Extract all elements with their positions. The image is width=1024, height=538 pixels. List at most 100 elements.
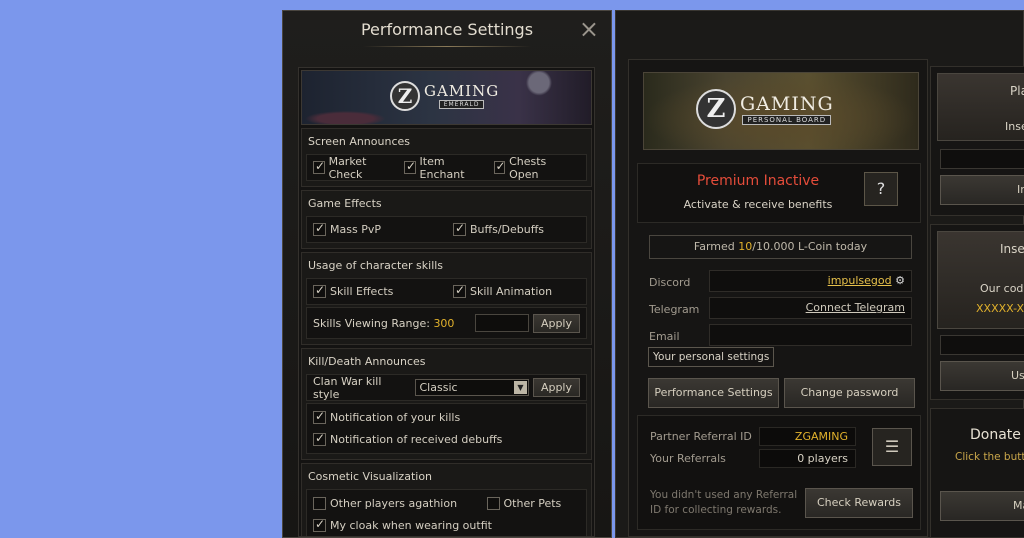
gaming-logo: Z GAMING PERSONAL BOARD [696,89,834,129]
checkbox-label: My cloak when wearing outfit [330,518,492,532]
section-title: Screen Announces [308,135,411,148]
checkbox-box[interactable] [493,159,505,174]
logo-sub-text: PERSONAL BOARD [742,114,832,125]
checkbox-label: Mass PvP [330,223,381,236]
performance-settings-button[interactable]: Performance Settings [648,378,779,408]
farmed-suffix: /10.000 L-Coin today [752,240,868,253]
donate-panel: Donate & Click the butto Mak [930,408,1024,538]
checkbox-label: Other Pets [503,496,562,510]
skills-apply-button[interactable]: Apply [532,313,580,333]
checkbox-label: Other players agathion [330,496,458,510]
right-panel-1-subtitle: Inse [1005,120,1024,133]
premium-status: Premium Inactive [696,173,820,189]
checkbox-box[interactable] [313,283,326,298]
discord-field: impulsegod ⚙ [709,270,912,292]
farmed-lcoin-counter: Farmed 10/10.000 L-Coin today [649,235,912,259]
discord-link[interactable]: impulsegod [828,274,892,287]
skills-range-row: Skills Viewing Range: 300 Apply [306,307,587,339]
clan-war-apply-button[interactable]: Apply [532,378,580,397]
close-icon[interactable]: × [579,17,599,41]
checkbox-other-pets[interactable]: Other Pets [486,492,562,514]
select-value: Classic [419,381,458,394]
right-panel-2-text: Our code [980,282,1024,295]
checkbox-label: Notification of received debuffs [330,432,503,446]
settings-panel[interactable]: Z GAMING EMERALD Screen Announces Market… [298,67,595,537]
donate-subtitle: Click the butto [955,451,1024,463]
right-panel-2-code: XXXXX-XX [976,302,1024,315]
section-title: Cosmetic Visualization [308,470,433,483]
logo-emblem: Z [390,81,420,111]
checkbox-box[interactable] [313,496,326,510]
checkbox-box[interactable] [453,221,466,236]
right-panel-1-banner: Pla Inse [937,73,1024,141]
logo-wordmark: GAMING PERSONAL BOARD [740,94,834,125]
checkbox-box[interactable] [313,409,326,424]
section-title: Game Effects [308,197,382,210]
check-rewards-button[interactable]: Check Rewards [805,488,913,518]
skills-range-label: Skills Viewing Range: [313,316,430,330]
checkbox-label: Skill Effects [330,285,394,298]
telegram-field: Connect Telegram [709,297,912,319]
donate-title: Donate & [970,427,1024,443]
checkbox-box[interactable] [313,517,326,532]
your-referrals-label: Your Referrals [650,452,726,465]
checkbox-buffs-debuffs[interactable]: Buffs/Debuffs [453,221,544,236]
checkbox-box[interactable] [313,159,325,174]
clan-war-style-select[interactable]: Classic ▼ [414,379,529,396]
referral-panel: Partner Referral ID ZGAMING Your Referra… [637,415,921,530]
checkbox-cloak-outfit[interactable]: My cloak when wearing outfit [313,514,492,536]
checkbox-label: Skill Animation [470,285,553,298]
checkbox-box[interactable] [453,283,466,298]
checkbox-chests-open[interactable]: Chests Open [493,154,571,181]
right-panel-1-title: Pla [1010,84,1024,98]
checkbox-item-enchant[interactable]: Item Enchant [403,154,484,181]
skills-range-input[interactable] [474,314,529,332]
tooltip: Your personal settings [648,347,775,367]
checkbox-skill-animation[interactable]: Skill Animation [453,283,553,298]
checkbox-other-agathion[interactable]: Other players agathion [313,492,473,514]
personal-board-banner: Z GAMING PERSONAL BOARD [643,72,919,150]
clan-war-row: Clan War kill style Classic ▼ Apply [306,374,587,401]
checkbox-box[interactable] [313,431,326,446]
logo-sub-text: EMERALD [438,99,485,109]
change-password-button[interactable]: Change password [784,378,915,408]
window-header: Performance Settings × [283,11,611,51]
section-cosmetic: Cosmetic Visualization Other players aga… [301,463,592,536]
section-title: Usage of character skills [308,259,444,272]
right-panel-2-input[interactable] [940,335,1024,355]
checkbox-notify-kills[interactable]: Notification of your kills [313,406,460,428]
connect-telegram-link[interactable]: Connect Telegram [806,301,905,314]
checkbox-market-check[interactable]: Market Check [313,155,394,181]
premium-description: Activate & receive benefits [683,198,833,211]
farmed-current: 10 [738,240,753,253]
checkbox-notify-debuffs[interactable]: Notification of received debuffs [313,428,502,450]
checkbox-box[interactable] [313,221,326,236]
section-character-skills: Usage of character skills Skill Effects … [301,252,592,345]
checkbox-row: Market Check Item Enchant Chests Open [306,154,587,181]
checkbox-label: Chests Open [509,154,547,181]
right-panel-1-button[interactable]: In [940,175,1024,205]
checkbox-box[interactable] [486,496,500,510]
section-title: Kill/Death Announces [308,355,426,368]
right-panel-1-input[interactable] [940,149,1024,169]
chevron-down-icon[interactable]: ▼ [513,381,527,394]
email-field[interactable] [709,324,912,346]
list-menu-icon[interactable]: ☰ [872,428,912,466]
farmed-prefix: Farmed [693,240,739,253]
logo-emblem: Z [696,89,736,129]
right-panel-1: Pla Inse In [930,66,1024,216]
cosmetic-options: Other players agathion Other Pets My clo… [306,489,587,536]
clan-war-label: Clan War kill style [313,374,382,401]
checkbox-label: Item Enchant [419,154,465,181]
gaming-banner: Z GAMING EMERALD [301,70,592,125]
checkbox-skill-effects[interactable]: Skill Effects [313,283,443,298]
right-panel-2-button[interactable]: Us [940,361,1024,391]
your-referrals-value: 0 players [759,449,856,468]
checkbox-mass-pvp[interactable]: Mass PvP [313,221,443,236]
section-game-effects: Game Effects Mass PvP Buffs/Debuffs [301,190,592,249]
checkbox-box[interactable] [403,159,416,174]
donate-button[interactable]: Mak [940,491,1024,521]
help-icon[interactable]: ? [864,172,898,206]
gear-icon[interactable]: ⚙ [895,274,905,287]
logo-main-text: GAMING [424,81,500,100]
